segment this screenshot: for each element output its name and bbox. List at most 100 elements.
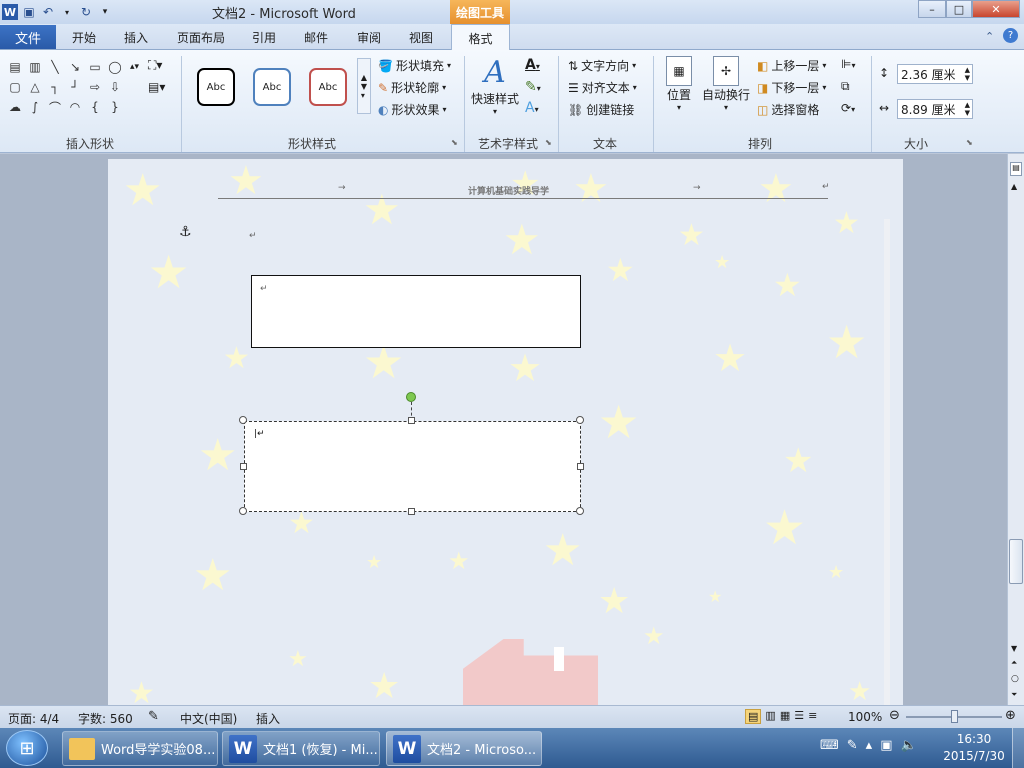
taskbar-item-explorer[interactable]: Word导学实验08...	[62, 731, 218, 766]
browse-object-icon[interactable]: ○	[1011, 674, 1019, 684]
bring-forward-button[interactable]: ◧ 上移一层 ▾	[757, 57, 826, 74]
insert-mode-indicator[interactable]: 插入	[256, 710, 280, 727]
left-brace-icon[interactable]: {	[86, 98, 104, 116]
shape-style-blue[interactable]: Abc	[253, 68, 291, 106]
scroll-up-icon[interactable]: ▲	[1011, 182, 1017, 191]
dialog-launcher-icon[interactable]: ⬊	[545, 138, 552, 147]
vertical-text-box-icon[interactable]: ▥	[26, 58, 44, 76]
resize-handle-top-right[interactable]	[576, 416, 584, 424]
close-button[interactable]: ✕	[972, 0, 1020, 18]
shape-gallery-scroll-icon[interactable]: ▴▾	[130, 62, 139, 72]
text-box-1[interactable]: ↵	[251, 275, 581, 348]
rotation-handle[interactable]	[406, 392, 416, 402]
minimize-button[interactable]: –	[918, 0, 946, 18]
style-gallery-scroll[interactable]: ▲ ▼ ▾	[357, 58, 371, 114]
taskbar-item-word-doc2-active[interactable]: W 文档2 - Microso...	[386, 731, 542, 766]
save-icon[interactable]: ▣	[21, 4, 37, 20]
shape-effects-button[interactable]: ◐ 形状效果 ▾	[378, 101, 447, 118]
triangle-icon[interactable]: △	[26, 78, 44, 96]
spinner-arrows-icon[interactable]: ▲ ▼	[965, 101, 972, 117]
ruler-toggle-icon[interactable]: ▤	[1010, 162, 1022, 176]
position-button[interactable]: ▦ 位置 ▾	[660, 56, 698, 112]
resize-handle-top[interactable]	[408, 417, 415, 424]
rounded-rectangle-icon[interactable]: ▢	[6, 78, 24, 96]
curve-icon[interactable]: ⌒	[46, 98, 64, 116]
text-effects-icon[interactable]: A▾	[525, 100, 539, 116]
anchor-icon[interactable]: ⚓	[179, 224, 192, 240]
volume-icon[interactable]: 🔈	[901, 738, 917, 753]
tab-insert[interactable]: 插入	[124, 29, 148, 46]
zoom-level[interactable]: 100%	[848, 710, 882, 724]
show-hidden-icons[interactable]: ▴	[866, 738, 873, 753]
down-arrow-icon[interactable]: ⇩	[106, 78, 124, 96]
previous-page-icon[interactable]: ⏶	[1011, 658, 1017, 668]
arc-icon[interactable]: ◠	[66, 98, 84, 116]
right-brace-icon[interactable]: }	[106, 98, 124, 116]
tab-format[interactable]: 格式	[451, 24, 510, 51]
word-count[interactable]: 字数: 560	[78, 710, 133, 727]
shape-height-input[interactable]: 2.36 厘米 ▲ ▼	[897, 64, 973, 84]
arrow-line-icon[interactable]: ↘	[66, 58, 84, 76]
input-method-icon[interactable]: ✎	[847, 738, 858, 753]
dialog-launcher-icon[interactable]: ⬊	[451, 138, 458, 147]
elbow-connector-icon[interactable]: ┐	[46, 78, 64, 96]
tab-home[interactable]: 开始	[72, 29, 96, 46]
group-icon[interactable]: ⧉	[841, 79, 850, 94]
shape-style-red[interactable]: Abc	[309, 68, 347, 106]
undo-icon[interactable]: ↶	[40, 4, 56, 20]
text-outline-icon[interactable]: ✎▾	[525, 79, 541, 95]
draft-view-icon[interactable]: ≡	[808, 709, 817, 724]
customize-toolbar-icon[interactable]: ▾	[97, 4, 113, 20]
language-indicator[interactable]: 中文(中国)	[180, 710, 237, 727]
text-box-icon[interactable]: ▤	[6, 58, 24, 76]
rotate-icon[interactable]: ⟳▾	[841, 101, 855, 115]
vertical-scrollbar[interactable]: ▤ ▲ ▼ ⏶ ○ ⏷	[1007, 154, 1024, 705]
align-icon[interactable]: ⊫▾	[841, 57, 855, 71]
shape-width-input[interactable]: 8.89 厘米 ▲ ▼	[897, 99, 973, 119]
outline-view-icon[interactable]: ☰	[794, 709, 804, 724]
keyboard-icon[interactable]: ⌨	[820, 738, 839, 753]
draw-text-box-icon[interactable]: ▤▾	[148, 80, 165, 94]
undo-dropdown-icon[interactable]: ▾	[59, 4, 75, 20]
help-icon[interactable]: ?	[1003, 28, 1018, 43]
send-backward-button[interactable]: ◨ 下移一层 ▾	[757, 79, 826, 96]
maximize-button[interactable]: □	[946, 0, 972, 18]
header-text[interactable]: 计算机基础实践导学	[468, 184, 549, 197]
network-icon[interactable]: ▣	[880, 738, 892, 753]
document-page[interactable]: ★ ★ ★ ★ ★ ★ ★ ★ ★ ★ ★ ★ ★ ★ ★ ★ ★ ★ ★ ★ …	[108, 159, 903, 705]
redo-icon[interactable]: ↻	[78, 4, 94, 20]
tab-mailings[interactable]: 邮件	[304, 29, 328, 46]
quick-styles-button[interactable]: A 快速样式 ▾	[470, 56, 520, 117]
zoom-slider-thumb[interactable]	[951, 710, 958, 723]
create-link-button[interactable]: ⛓ 创建链接	[568, 101, 634, 118]
tab-review[interactable]: 审阅	[357, 29, 381, 46]
text-box-2-selected[interactable]: |↵	[244, 421, 581, 512]
edit-shape-icon[interactable]: ⛶▾	[148, 58, 162, 73]
text-fill-icon[interactable]: A▾	[525, 57, 540, 73]
show-desktop-button[interactable]	[1012, 728, 1024, 768]
web-layout-view-icon[interactable]: ▦	[780, 709, 790, 724]
resize-handle-bottom[interactable]	[408, 508, 415, 515]
resize-handle-bottom-left[interactable]	[239, 507, 247, 515]
resize-handle-left[interactable]	[240, 463, 247, 470]
line-icon[interactable]: ╲	[46, 58, 64, 76]
tab-references[interactable]: 引用	[252, 29, 276, 46]
taskbar-item-word-doc1[interactable]: W 文档1 (恢复) - Mi...	[222, 731, 380, 766]
zoom-in-icon[interactable]: ⊕	[1005, 708, 1016, 723]
system-clock[interactable]: 16:30 2015/7/30	[942, 731, 1006, 765]
shape-style-black[interactable]: Abc	[197, 68, 235, 106]
shape-fill-button[interactable]: 🪣 形状填充 ▾	[378, 57, 451, 74]
align-text-button[interactable]: ☰ 对齐文本 ▾	[568, 79, 637, 96]
dialog-launcher-icon[interactable]: ⬊	[966, 138, 973, 147]
resize-handle-right[interactable]	[577, 463, 584, 470]
elbow-arrow-icon[interactable]: ┘	[66, 78, 84, 96]
scroll-down-icon[interactable]: ▼	[1011, 644, 1017, 653]
scroll-thumb[interactable]	[1009, 539, 1023, 584]
proofing-icon[interactable]: ✎	[148, 709, 159, 724]
print-layout-view-icon[interactable]: ▤	[745, 709, 762, 724]
zoom-out-icon[interactable]: ⊖	[889, 708, 900, 723]
tab-page-layout[interactable]: 页面布局	[177, 29, 225, 46]
full-screen-reading-view-icon[interactable]: ▥	[765, 709, 775, 724]
freeform-icon[interactable]: ☁	[6, 98, 24, 116]
tab-file[interactable]: 文件	[0, 25, 56, 49]
